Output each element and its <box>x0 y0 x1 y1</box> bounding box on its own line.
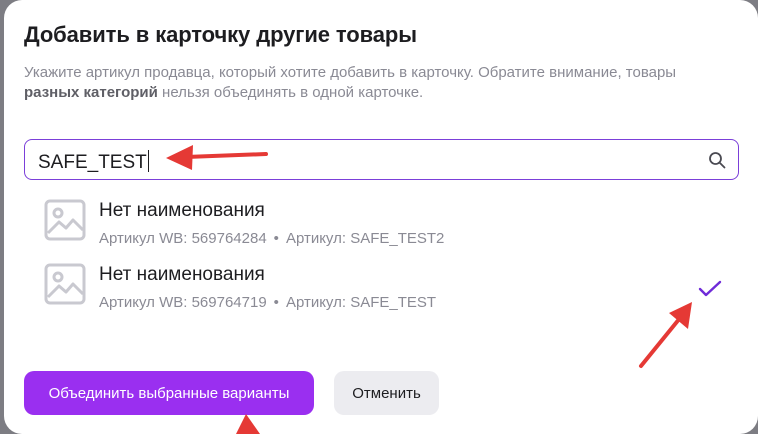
annotation-arrow-icon <box>166 145 692 434</box>
